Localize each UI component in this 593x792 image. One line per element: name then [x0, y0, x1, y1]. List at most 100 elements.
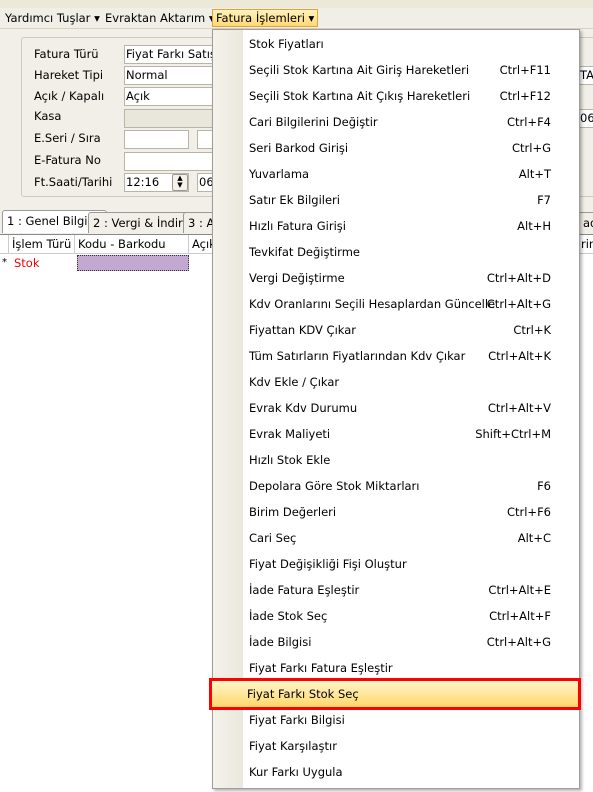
- menu-item[interactable]: İade Bilgisi Ctrl+Alt+G: [214, 629, 578, 655]
- menu-item-shortcut: Ctrl+Alt+F: [489, 609, 551, 623]
- menu-item-label: Hızlı Fatura Girişi: [249, 219, 346, 233]
- menu-item[interactable]: Hızlı Stok Ekle: [214, 447, 578, 473]
- header-birim[interactable]: rim: [578, 235, 593, 254]
- menu-item-shortcut: Ctrl+G: [511, 141, 551, 155]
- menu-item[interactable]: Tevkifat Değiştirme: [214, 239, 578, 265]
- menu-item-shortcut: Alt+H: [517, 219, 551, 233]
- right-field-2[interactable]: 06.0: [578, 109, 593, 128]
- label-hareket-tipi: Hareket Tipi: [34, 68, 104, 82]
- menu-item[interactable]: Fiyat Karşılaştır: [214, 733, 578, 759]
- menu-item[interactable]: Evrak Maliyeti Shift+Ctrl+M: [214, 421, 578, 447]
- menu-item-label: İade Fatura Eşleştir: [249, 583, 360, 597]
- menu-item-shortcut: Ctrl+Alt+G: [486, 635, 551, 649]
- menu-item-label: Tüm Satırların Fiyatlarından Kdv Çıkar: [249, 349, 466, 363]
- menu-item-label: Fiyat Farkı Bilgisi: [249, 713, 345, 727]
- eseri-field[interactable]: [124, 130, 189, 149]
- right-field-1[interactable]: TAI: [578, 66, 593, 85]
- menu-item-shortcut: F6: [537, 479, 551, 493]
- menu-item-label: Vergi Değiştirme: [249, 271, 345, 285]
- menu-item-shortcut: Ctrl+F4: [506, 115, 551, 129]
- menu-item-shortcut: Ctrl+K: [513, 323, 551, 337]
- menu-item[interactable]: İade Stok Seç Ctrl+Alt+F: [214, 603, 578, 629]
- menu-item[interactable]: İade Fatura Eşleştir Ctrl+Alt+E: [214, 577, 578, 603]
- menu-item-label: Fiyat Farkı Fatura Eşleştir: [249, 661, 393, 675]
- time-spinner-icon[interactable]: ▲ ▼: [172, 174, 188, 191]
- menu-item-label: Birim Değerleri: [249, 505, 337, 519]
- menu-item-shortcut: Ctrl+F6: [506, 505, 551, 519]
- row-islem-turu[interactable]: Stok: [14, 256, 40, 270]
- menu-item-shortcut: Alt+C: [517, 531, 551, 545]
- menu-item-shortcut: Ctrl+Alt+G: [486, 297, 551, 311]
- menu-item[interactable]: Stok Fiyatları: [214, 31, 578, 57]
- menu-item-label: Fiyat Farkı Stok Seç: [247, 687, 359, 701]
- menu-item-label: Seçili Stok Kartına Ait Çıkış Hareketler…: [249, 89, 471, 103]
- menu-item[interactable]: Satır Ek Bilgileri F7: [214, 187, 578, 213]
- grid-corner: [0, 235, 9, 254]
- menu-item[interactable]: Seçili Stok Kartına Ait Çıkış Hareketler…: [214, 83, 578, 109]
- menu-item[interactable]: Fiyattan KDV Çıkar Ctrl+K: [214, 317, 578, 343]
- menu-item-label: Depolara Göre Stok Miktarları: [249, 479, 420, 493]
- label-fatura-turu: Fatura Türü: [34, 47, 99, 61]
- menu-item-label: Fiyat Değişikliği Fişi Oluştur: [249, 557, 407, 571]
- menu-item[interactable]: Fiyat Değişikliği Fişi Oluştur: [214, 551, 578, 577]
- menu-item-label: İade Stok Seç: [249, 609, 328, 623]
- menu-item-shortcut: Ctrl+Alt+K: [488, 349, 551, 363]
- yardimci-tuslar-button[interactable]: Yardımcı Tuşlar ▾: [2, 10, 103, 26]
- header-kodu-barkodu[interactable]: Kodu - Barkodu: [75, 235, 189, 254]
- fatura-islemleri-menu: Stok Fiyatları Seçili Stok Kartına Ait Gi…: [209, 29, 581, 789]
- menu-item-label: İade Bilgisi: [249, 635, 312, 649]
- label-ft-saati: Ft.Saati/Tarihi: [34, 175, 113, 189]
- menu-item-label: Seri Barkod Girişi: [249, 141, 349, 155]
- menu-item-label: Satır Ek Bilgileri: [249, 193, 340, 207]
- menu-item-shortcut: Shift+Ctrl+M: [475, 427, 551, 441]
- menu-item[interactable]: Vergi Değiştirme Ctrl+Alt+D: [214, 265, 578, 291]
- menu-item-label: Fiyat Karşılaştır: [249, 739, 337, 753]
- menu-item-shortcut: Ctrl+F12: [499, 89, 551, 103]
- tab-right[interactable]: ade: [578, 212, 593, 233]
- header-islem-turu[interactable]: İşlem Türü: [9, 235, 75, 254]
- menu-item-shortcut: Ctrl+F11: [499, 63, 551, 77]
- menu-item-label: Evrak Maliyeti: [249, 427, 331, 441]
- menu-item-shortcut: F7: [537, 193, 551, 207]
- menu-item[interactable]: Cari Bilgilerini Değiştir Ctrl+F4: [214, 109, 578, 135]
- menu-item-shortcut: Ctrl+Alt+E: [488, 583, 551, 597]
- label-eseri-sira: E.Seri / Sıra: [34, 131, 101, 145]
- label-efatura-no: E-Fatura No: [34, 153, 101, 167]
- menu-item-label: Stok Fiyatları: [249, 37, 324, 51]
- menu-item[interactable]: Kdv Oranlarını Seçili Hesaplardan Güncel…: [214, 291, 578, 317]
- menu-item[interactable]: Kur Farkı Uygula: [214, 759, 578, 785]
- menu-item[interactable]: Hızlı Fatura Girişi Alt+H: [214, 213, 578, 239]
- menu-item[interactable]: Cari Seç Alt+C: [214, 525, 578, 551]
- menu-item-shortcut: Ctrl+Alt+V: [487, 401, 551, 415]
- menu-item-shortcut: Ctrl+Alt+D: [486, 271, 551, 285]
- menu-item-label: Seçili Stok Kartına Ait Giriş Hareketler…: [249, 63, 470, 77]
- evraktan-aktarim-button[interactable]: Evraktan Aktarım ▾: [102, 10, 218, 26]
- menu-item[interactable]: Seçili Stok Kartına Ait Giriş Hareketler…: [214, 57, 578, 83]
- menu-item-label: Cari Seç: [249, 531, 297, 545]
- toolbar: Yardımcı Tuşlar ▾ Evraktan Aktarım ▾ Fat…: [0, 8, 593, 29]
- new-row-marker: *: [2, 257, 7, 268]
- menu-item[interactable]: Seri Barkod Girişi Ctrl+G: [214, 135, 578, 161]
- menu-item[interactable]: Fiyat Farkı Stok Seç: [209, 678, 581, 710]
- menu-item-label: Fiyattan KDV Çıkar: [249, 323, 357, 337]
- menu-item[interactable]: Fiyat Farkı Bilgisi: [214, 707, 578, 733]
- label-kasa: Kasa: [34, 109, 62, 123]
- menu-item-label: Tevkifat Değiştirme: [249, 245, 360, 259]
- menu-item[interactable]: Yuvarlama Alt+T: [214, 161, 578, 187]
- menu-item[interactable]: Fiyat Farkı Fatura Eşleştir: [214, 655, 578, 681]
- menu-item-label: Evrak Kdv Durumu: [249, 401, 358, 415]
- menu-item[interactable]: Depolara Göre Stok Miktarları F6: [214, 473, 578, 499]
- menu-item-shortcut: Alt+T: [518, 167, 551, 181]
- row-kodu-barkodu-cell[interactable]: [77, 255, 189, 271]
- menu-item-label: Kdv Ekle / Çıkar: [249, 375, 340, 389]
- menu-item[interactable]: Evrak Kdv Durumu Ctrl+Alt+V: [214, 395, 578, 421]
- menu-item-label: Kur Farkı Uygula: [249, 765, 343, 779]
- menu-item-label: Yuvarlama: [249, 167, 310, 181]
- menu-item[interactable]: Birim Değerleri Ctrl+F6: [214, 499, 578, 525]
- menu-item-label: Hızlı Stok Ekle: [249, 453, 331, 467]
- menu-item[interactable]: Kdv Ekle / Çıkar: [214, 369, 578, 395]
- fatura-islemleri-button[interactable]: Fatura İşlemleri ▾: [212, 9, 319, 27]
- menu-item[interactable]: Tüm Satırların Fiyatlarından Kdv Çıkar Ct…: [214, 343, 578, 369]
- menu-item-label: Kdv Oranlarını Seçili Hesaplardan Güncel…: [249, 297, 496, 311]
- menu-item-label: Cari Bilgilerini Değiştir: [249, 115, 378, 129]
